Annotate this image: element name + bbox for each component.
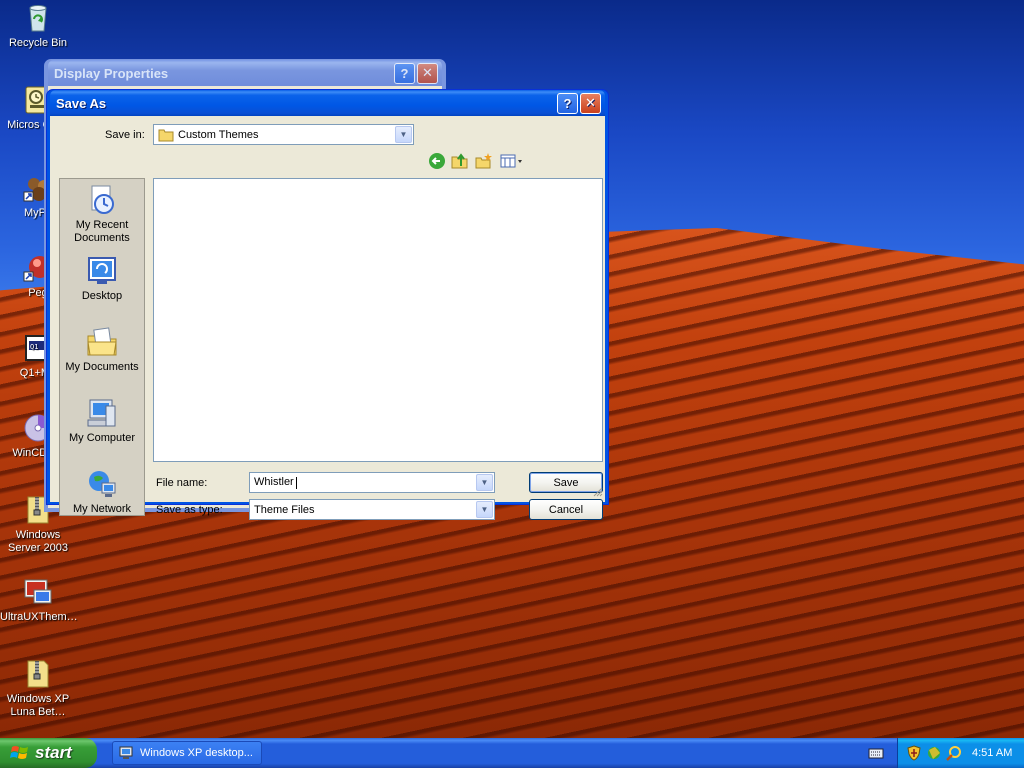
up-folder-icon[interactable] [451,152,469,170]
display-properties-titlebar[interactable]: Display Properties ? ✕ [48,60,442,86]
taskbar-button-windows-xp-desktop[interactable]: Windows XP desktop... [112,741,262,765]
place-label: My Network [72,503,132,515]
desktop: Recycle Bin Micros Outlo MyPa Peg Q1 Q1+… [0,0,1024,738]
desktop-icon [86,255,118,287]
desktop-icon-ultrauxtheme[interactable]: UltraUXThem… [0,576,78,624]
save-in-value: Custom Themes [178,128,259,141]
taskbar-button-label: Windows XP desktop... [140,747,253,759]
display-properties-icon [119,745,135,761]
security-shield-icon[interactable] [906,745,922,761]
text-caret [295,476,297,489]
place-label: My Documents [65,361,139,373]
file-name-label: File name: [156,477,208,489]
desktop-icon-recycle-bin[interactable]: Recycle Bin [0,2,76,50]
start-label: start [35,743,72,762]
folder-icon [158,128,174,142]
place-label: My Computer [68,432,136,444]
new-folder-icon[interactable] [475,152,493,170]
keyboard-icon[interactable] [868,746,884,763]
file-list[interactable] [153,178,603,462]
save-as-type-dropdown[interactable]: Theme Files ▼ [249,499,495,520]
file-name-value: Whistler [254,476,294,489]
save-as-body: Save in: Custom Themes ▼ My Recent Docum… [50,116,605,520]
my-computer-icon [86,397,118,429]
save-as-help-button[interactable]: ? [557,92,578,114]
place-my-computer[interactable]: My Computer [60,392,144,463]
search-icon[interactable] [946,745,962,761]
cancel-button[interactable]: Cancel [529,499,603,520]
places-bar: My Recent Documents Desktop My Documents [59,178,145,516]
views-menu-icon[interactable] [500,152,524,170]
save-in-label: Save in: [105,129,145,141]
display-properties-close-button[interactable]: ✕ [417,62,438,84]
recent-documents-icon [86,184,118,216]
desktop-icon-windows-xp-luna-beta[interactable]: Windows XP Luna Bet… [0,658,76,719]
display-properties-help-button[interactable]: ? [394,62,415,84]
clock[interactable]: 4:51 AM [972,747,1012,759]
windows-logo-icon [10,743,30,763]
save-as-type-label: Save as type: [156,504,223,516]
place-my-recent-documents[interactable]: My Recent Documents [60,179,144,250]
my-documents-icon [86,326,118,358]
taskbar: start Windows XP desktop... 4:51 AM [0,738,1024,768]
save-as-close-button[interactable]: ✕ [580,92,601,114]
save-in-dropdown[interactable]: Custom Themes ▼ [153,124,414,145]
chevron-down-icon[interactable]: ▼ [476,474,493,491]
start-button[interactable]: start [0,738,97,768]
file-name-field[interactable]: Whistler ▼ [249,472,495,493]
place-label: My Recent Documents [74,219,130,244]
svg-text:Q1: Q1 [30,343,38,351]
place-label: Desktop [81,290,123,302]
save-button[interactable]: Save [529,472,603,493]
resize-grip-icon[interactable] [593,487,603,500]
chevron-down-icon[interactable]: ▼ [476,501,493,518]
chevron-down-icon[interactable]: ▼ [395,126,412,143]
save-as-titlebar[interactable]: Save As ? ✕ [50,90,605,116]
save-as-dialog[interactable]: Save As ? ✕ Save in: Custom Themes ▼ My … [46,89,609,520]
network-status-icon[interactable] [926,745,942,761]
save-as-title: Save As [56,95,107,111]
my-network-icon [86,468,118,500]
ultrauxtheme-icon [22,576,54,608]
display-properties-title: Display Properties [54,65,169,81]
recycle-bin-icon [22,2,54,34]
place-my-network[interactable]: My Network [60,463,144,515]
save-as-type-value: Theme Files [254,503,315,516]
zip-folder-icon [22,658,54,690]
place-desktop[interactable]: Desktop [60,250,144,321]
system-tray: 4:51 AM [897,738,1024,768]
place-my-documents[interactable]: My Documents [60,321,144,392]
back-icon[interactable] [428,152,446,170]
